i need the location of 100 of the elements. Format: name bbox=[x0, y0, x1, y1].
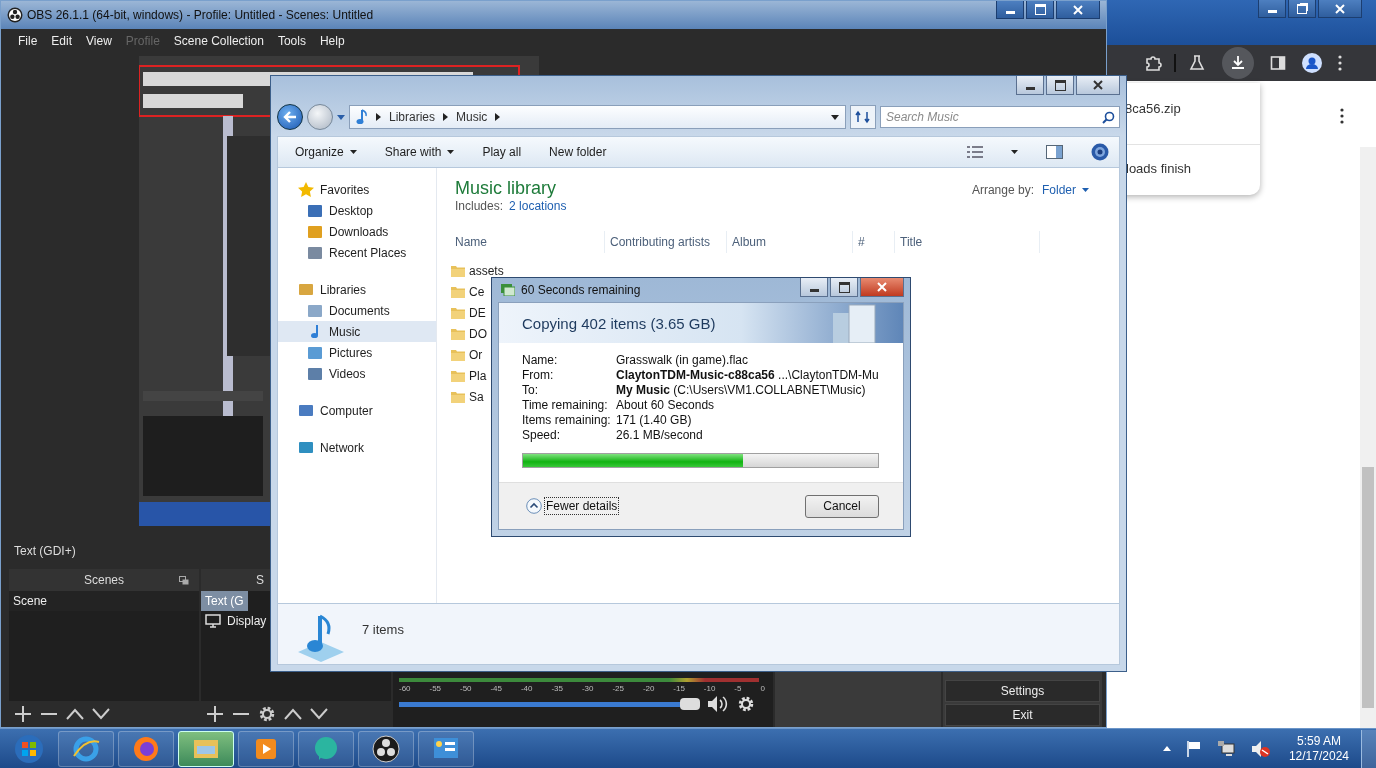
detail-value: 26.1 MB/second bbox=[616, 428, 703, 443]
minimize-button[interactable] bbox=[800, 278, 828, 297]
column-header[interactable]: # bbox=[853, 231, 895, 253]
dock-title: S bbox=[256, 573, 264, 587]
source-item[interactable]: Display bbox=[201, 611, 271, 631]
muted-speaker-icon[interactable] bbox=[1250, 739, 1271, 758]
puzzle-icon[interactable] bbox=[1144, 54, 1162, 72]
minimize-button[interactable] bbox=[1258, 0, 1286, 18]
menu-item[interactable]: Tools bbox=[270, 34, 313, 48]
column-header[interactable]: Contributing artists bbox=[605, 231, 727, 253]
nav-item[interactable]: Libraries bbox=[278, 279, 436, 300]
flag-icon[interactable] bbox=[1186, 740, 1201, 757]
add-icon[interactable] bbox=[206, 705, 224, 723]
close-button[interactable] bbox=[860, 278, 904, 297]
menu-item[interactable]: File bbox=[11, 34, 45, 48]
back-button[interactable] bbox=[277, 104, 303, 130]
column-header[interactable]: Album bbox=[727, 231, 853, 253]
column-header[interactable]: Title bbox=[895, 231, 1040, 253]
view-options-icon[interactable] bbox=[967, 146, 983, 158]
sidebar-icon[interactable] bbox=[1270, 55, 1286, 71]
nav-item[interactable]: Pictures bbox=[278, 342, 436, 363]
control-button[interactable]: Settings bbox=[945, 680, 1100, 702]
help-icon[interactable] bbox=[1091, 143, 1109, 161]
menu-item[interactable]: View bbox=[79, 34, 119, 48]
menu-item[interactable]: Help bbox=[312, 34, 352, 48]
show-hidden-icons[interactable] bbox=[1162, 746, 1171, 751]
more-icon[interactable] bbox=[1340, 108, 1344, 124]
breadcrumb-item[interactable]: Music bbox=[456, 110, 488, 124]
address-bar[interactable]: Libraries Music bbox=[349, 105, 846, 129]
settings-icon[interactable] bbox=[737, 695, 755, 713]
maximize-button[interactable] bbox=[1026, 1, 1054, 19]
clock-date[interactable]: 12/17/2024 bbox=[1288, 748, 1349, 764]
up-icon[interactable] bbox=[66, 708, 84, 720]
folder-item[interactable]: Pla bbox=[451, 365, 487, 386]
add-icon[interactable] bbox=[14, 705, 32, 723]
maximize-button[interactable] bbox=[1046, 76, 1074, 95]
nav-item[interactable]: Videos bbox=[278, 363, 436, 384]
arrange-dropdown[interactable]: Folder bbox=[1042, 183, 1089, 197]
detail-label: From: bbox=[522, 368, 555, 383]
minimize-button[interactable] bbox=[996, 1, 1024, 19]
file-name[interactable]: 8ca56.zip bbox=[1125, 101, 1181, 116]
settings-icon[interactable] bbox=[258, 705, 276, 723]
dropdown-icon[interactable] bbox=[1011, 150, 1018, 154]
undock-icon[interactable] bbox=[179, 576, 189, 585]
nav-item[interactable]: Desktop bbox=[278, 200, 436, 221]
folder-item[interactable]: DO bbox=[451, 323, 487, 344]
refresh-button[interactable] bbox=[850, 105, 876, 129]
scrollbar[interactable] bbox=[1360, 147, 1376, 728]
chevron-icon[interactable] bbox=[443, 113, 449, 121]
dropdown-icon[interactable] bbox=[831, 114, 839, 120]
folder-item[interactable]: Ce bbox=[451, 281, 485, 302]
column-header[interactable]: Name bbox=[455, 231, 605, 253]
volume-slider[interactable] bbox=[399, 698, 699, 710]
nav-item[interactable]: Documents bbox=[278, 300, 436, 321]
scene-item[interactable]: Scene bbox=[9, 591, 199, 611]
speaker-icon[interactable] bbox=[707, 695, 729, 713]
locations-link[interactable]: 2 locations bbox=[509, 199, 567, 213]
menu-item[interactable]: Scene Collection bbox=[166, 34, 271, 48]
toolbar-button[interactable]: New folder bbox=[549, 145, 607, 159]
toolbar-button[interactable]: Share with bbox=[384, 145, 455, 159]
menu-item[interactable]: Edit bbox=[44, 34, 80, 48]
up-icon[interactable] bbox=[284, 708, 302, 720]
folder-item[interactable]: Sa bbox=[451, 386, 484, 407]
down-icon[interactable] bbox=[92, 708, 110, 720]
search-field[interactable]: Search Music bbox=[880, 106, 1120, 128]
show-desktop-button[interactable] bbox=[1361, 729, 1376, 768]
clock-time[interactable]: 5:59 AM bbox=[1296, 733, 1341, 749]
nav-item[interactable]: Downloads bbox=[278, 221, 436, 242]
minimize-button[interactable] bbox=[1016, 76, 1044, 95]
close-button[interactable] bbox=[1056, 1, 1100, 19]
restore-button[interactable] bbox=[1288, 0, 1316, 18]
breadcrumb-item[interactable]: Libraries bbox=[389, 110, 436, 124]
more-icon[interactable] bbox=[1338, 55, 1342, 71]
nav-item[interactable]: Computer bbox=[278, 400, 436, 421]
preview-pane-icon[interactable] bbox=[1046, 145, 1063, 159]
folder-item[interactable]: DE bbox=[451, 302, 486, 323]
toolbar-button[interactable]: Play all bbox=[482, 145, 522, 159]
nav-item[interactable]: Recent Places bbox=[278, 242, 436, 263]
control-button[interactable]: Exit bbox=[945, 704, 1100, 726]
close-button[interactable] bbox=[1318, 0, 1362, 18]
avatar-icon[interactable] bbox=[1302, 53, 1322, 73]
down-icon[interactable] bbox=[310, 708, 328, 720]
flask-icon[interactable] bbox=[1188, 54, 1206, 72]
nav-item[interactable]: Network bbox=[278, 437, 436, 458]
folder-icon bbox=[451, 369, 465, 382]
close-icon bbox=[1335, 3, 1345, 14]
chevron-icon[interactable] bbox=[495, 113, 501, 121]
toolbar-button[interactable]: Organize bbox=[295, 145, 357, 159]
folder-item[interactable]: assets bbox=[451, 260, 504, 281]
chevron-icon[interactable] bbox=[376, 113, 381, 121]
folder-icon bbox=[451, 285, 465, 298]
cancel-button[interactable]: Cancel bbox=[805, 494, 879, 518]
nav-item[interactable]: Favorites bbox=[278, 179, 436, 200]
slider-thumb[interactable] bbox=[680, 698, 700, 710]
download-button[interactable] bbox=[1222, 47, 1254, 79]
detail-label: Items remaining: bbox=[522, 413, 612, 428]
folder-item[interactable]: Or bbox=[451, 344, 483, 365]
close-button[interactable] bbox=[1076, 76, 1120, 95]
maximize-button[interactable] bbox=[830, 278, 858, 297]
nav-item[interactable]: Music bbox=[278, 321, 436, 342]
